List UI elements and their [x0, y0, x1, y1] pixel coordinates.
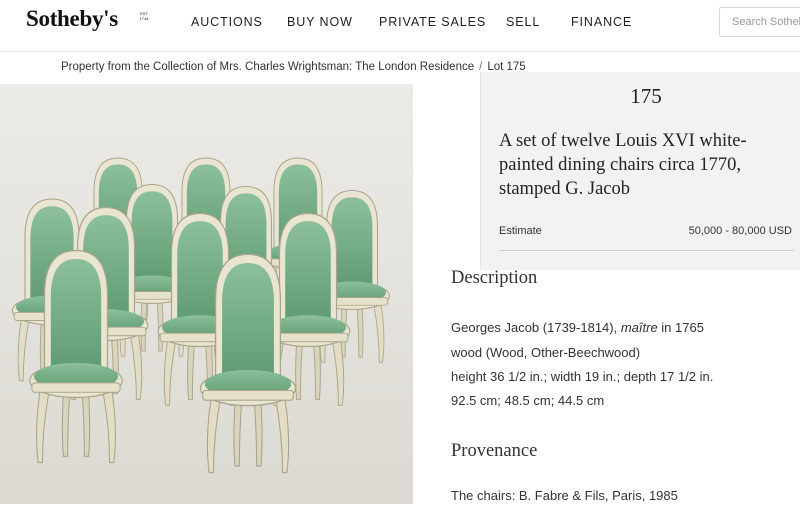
- provenance-heading: Provenance: [451, 441, 538, 461]
- panel-divider: [499, 250, 794, 251]
- description-dimensions-cm: 92.5 cm; 48.5 cm; 44.5 cm: [451, 393, 605, 408]
- lot-image[interactable]: [0, 84, 413, 504]
- sothebys-logo[interactable]: Sotheby's: [26, 6, 118, 32]
- lot-summary-panel: 175 A set of twelve Louis XVI white-pain…: [480, 72, 800, 270]
- nav-private-sales[interactable]: PRIVATE SALES: [379, 15, 486, 29]
- breadcrumb: Property from the Collection of Mrs. Cha…: [61, 61, 526, 73]
- estimate-value: 50,000 - 80,000 USD: [688, 225, 792, 237]
- nav-auctions[interactable]: AUCTIONS: [191, 15, 263, 29]
- description-material: wood (Wood, Other-Beechwood): [451, 345, 641, 360]
- provenance-line: The chairs: B. Fabre & Fils, Paris, 1985: [451, 488, 678, 503]
- description-dimensions-in: height 36 1/2 in.; width 19 in.; depth 1…: [451, 369, 714, 384]
- lot-title: A set of twelve Louis XVI white-painted …: [499, 131, 747, 199]
- search-input[interactable]: Search Sotheby's: [719, 7, 800, 37]
- header-divider: [0, 51, 800, 52]
- estimate-label: Estimate: [499, 225, 542, 237]
- chairs-photo: [0, 84, 413, 504]
- nav-buy-now[interactable]: BUY NOW: [287, 15, 353, 29]
- nav-sell[interactable]: SELL: [506, 15, 540, 29]
- lot-number: 175: [630, 84, 662, 108]
- description-maker: Georges Jacob (1739-1814), maître in 176…: [451, 320, 704, 335]
- breadcrumb-collection-link[interactable]: Property from the Collection of Mrs. Cha…: [61, 61, 474, 73]
- description-heading: Description: [451, 268, 538, 288]
- nav-finance[interactable]: FINANCE: [571, 15, 632, 29]
- site-header: Sotheby's EST 1744 AUCTIONS BUY NOW PRIV…: [0, 0, 800, 46]
- logo-established-mark: EST 1744: [139, 11, 149, 21]
